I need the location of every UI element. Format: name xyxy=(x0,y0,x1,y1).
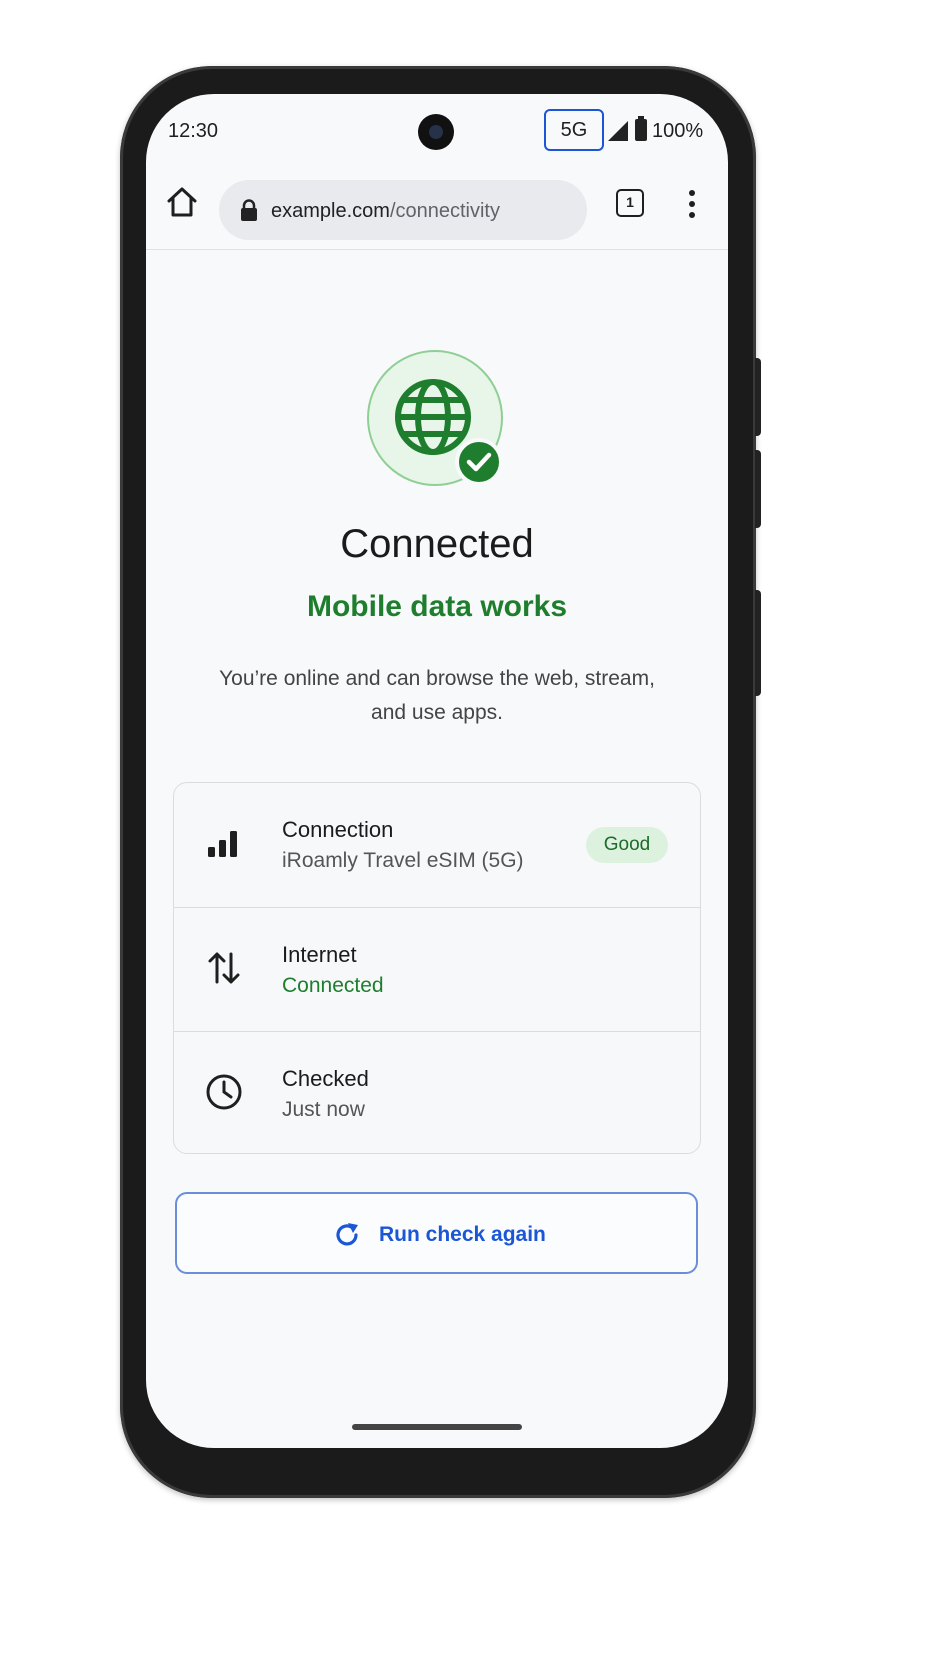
volume-down-button xyxy=(755,450,761,528)
detail-title: Connection xyxy=(282,817,394,842)
url-domain: example.com xyxy=(271,200,390,222)
lock-icon xyxy=(241,199,257,221)
phone-frame: 12:30 5G 100% example.com/connectivity 1 xyxy=(120,66,761,1498)
address-bar[interactable]: example.com/connectivity xyxy=(219,180,587,240)
detail-row-internet: Internet Connected xyxy=(174,907,700,1031)
detail-title: Checked xyxy=(282,1066,369,1091)
power-button xyxy=(755,590,761,696)
tab-switcher-button[interactable]: 1 xyxy=(616,189,644,217)
cell-signal-icon xyxy=(608,121,628,141)
refresh-icon xyxy=(336,1223,358,1246)
status-subtitle: Mobile data works xyxy=(306,590,568,623)
detail-value: Just now xyxy=(282,1098,365,1121)
home-icon[interactable] xyxy=(164,184,200,220)
battery-icon xyxy=(635,116,647,141)
status-time: 12:30 xyxy=(168,120,219,142)
status-description: You’re online and can browse the web, st… xyxy=(219,667,655,724)
status-title: Connected xyxy=(340,522,534,566)
url-path: /connectivity xyxy=(389,200,500,222)
run-check-again-button[interactable]: Run check again xyxy=(175,1192,698,1274)
quality-badge: Good xyxy=(586,827,668,863)
volume-up-button xyxy=(755,358,761,436)
detail-value: Connected xyxy=(282,974,384,997)
detail-value: iRoamly Travel eSIM (5G) xyxy=(282,849,524,872)
clock-icon xyxy=(206,1074,242,1110)
network-type-indicator: 5G xyxy=(544,109,604,151)
detail-row-checked: Checked Just now xyxy=(174,1031,700,1153)
gesture-home-indicator[interactable] xyxy=(352,1424,522,1430)
screen: 12:30 5G 100% example.com/connectivity 1 xyxy=(146,94,728,1448)
front-camera xyxy=(418,114,454,150)
battery-percentage: 100% xyxy=(652,120,704,142)
data-transfer-icon xyxy=(208,952,240,984)
signal-bars-icon xyxy=(208,831,237,857)
status-bar: 12:30 5G 100% xyxy=(146,94,728,170)
connection-details-card: Connection iRoamly Travel eSIM (5G) Good… xyxy=(173,782,701,1154)
more-options-icon[interactable] xyxy=(680,188,704,220)
globe-check-icon xyxy=(367,350,503,486)
detail-title: Internet xyxy=(282,942,357,967)
run-check-again-label: Run check again xyxy=(379,1223,546,1246)
detail-row-connection: Connection iRoamly Travel eSIM (5G) Good xyxy=(174,783,700,907)
browser-toolbar: example.com/connectivity 1 xyxy=(146,170,728,250)
url-text: example.com/connectivity xyxy=(271,200,500,223)
